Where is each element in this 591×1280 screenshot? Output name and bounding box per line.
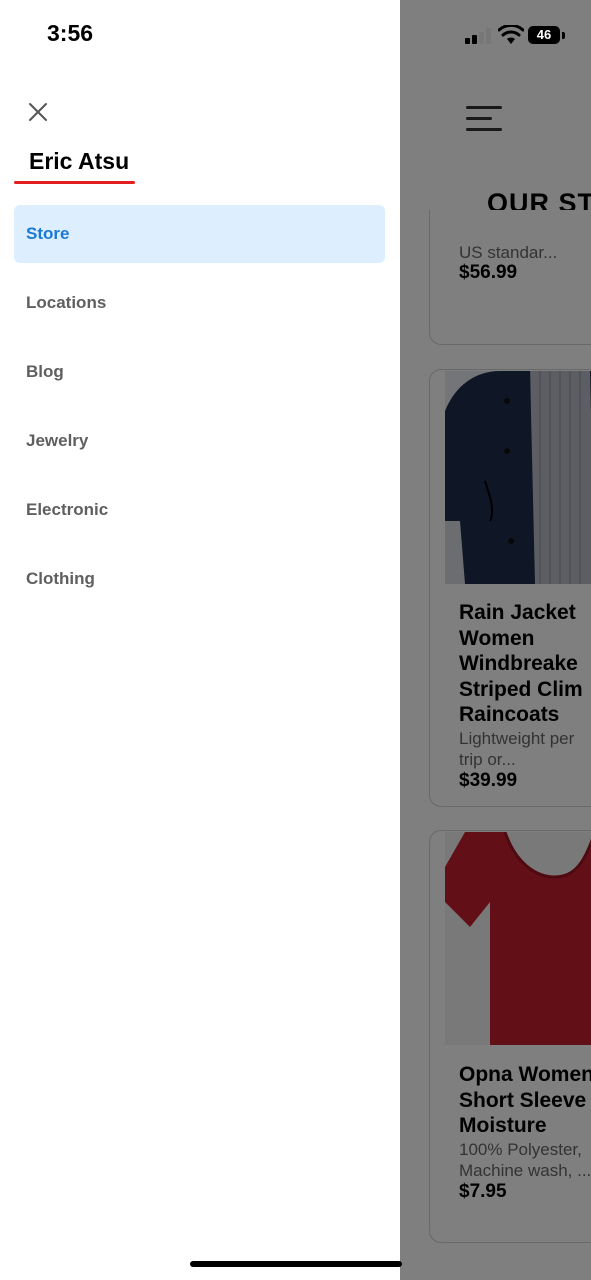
home-indicator[interactable] (190, 1261, 402, 1267)
status-time: 3:56 (47, 20, 94, 46)
drawer-nav: Store Locations Blog Jewelry Electronic … (14, 205, 385, 619)
nav-item-jewelry[interactable]: Jewelry (14, 412, 385, 470)
status-icons: 46 (465, 23, 575, 50)
user-name: Eric Atsu (29, 148, 130, 174)
close-icon[interactable] (24, 98, 52, 126)
user-name-underline (14, 181, 135, 184)
battery-tip (562, 32, 565, 39)
wifi-icon (497, 23, 525, 50)
battery-icon: 46 (528, 26, 560, 44)
navigation-drawer: Eric Atsu Store Locations Blog Jewelry E… (0, 0, 400, 1280)
nav-item-locations[interactable]: Locations (14, 274, 385, 332)
signal-icon (465, 28, 493, 44)
nav-item-electronic[interactable]: Electronic (14, 481, 385, 539)
nav-item-store[interactable]: Store (14, 205, 385, 263)
nav-item-blog[interactable]: Blog (14, 343, 385, 401)
nav-item-clothing[interactable]: Clothing (14, 550, 385, 608)
